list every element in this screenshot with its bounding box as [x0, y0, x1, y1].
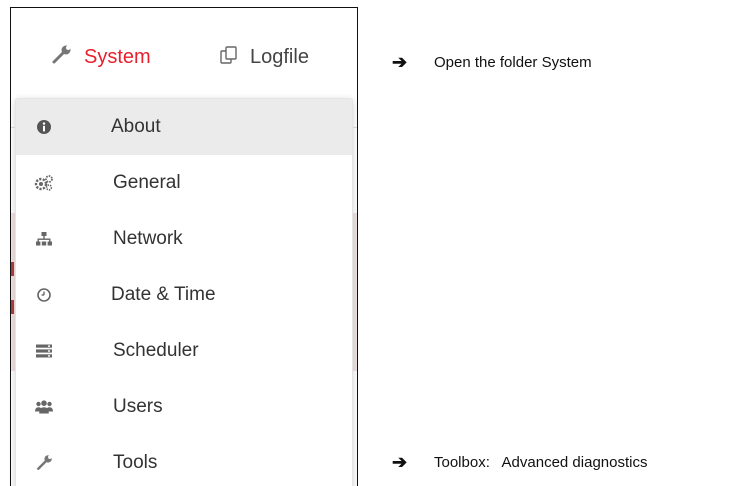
- system-dropdown-menu: About General Network Date & Time Schedu…: [15, 98, 353, 486]
- menu-item-label: Tools: [113, 452, 158, 473]
- users-icon: [34, 397, 54, 417]
- background-alert-text-fragment: [11, 300, 14, 314]
- background-alert-text-fragment: [11, 262, 14, 276]
- sitemap-icon: [34, 229, 54, 249]
- annotation-text: Toolbox: Advanced diagnostics: [434, 454, 648, 471]
- annotation-toolbox: ➔ Toolbox: Advanced diagnostics: [392, 452, 647, 473]
- screenshot-crop: System Logfile About General Network Dat…: [0, 0, 358, 486]
- menu-item-label: About: [111, 116, 161, 137]
- files-icon: [218, 44, 240, 71]
- menu-item-date-time[interactable]: Date & Time: [16, 267, 352, 323]
- nav-logfiles-label: Logfile: [250, 46, 309, 68]
- crop-border-right: [357, 7, 358, 486]
- nav-system-label: System: [84, 46, 151, 68]
- annotation-text: Open the folder System: [434, 54, 592, 71]
- arrow-right-icon: ➔: [392, 452, 408, 472]
- menu-item-users[interactable]: Users: [16, 379, 352, 435]
- menu-item-about[interactable]: About: [16, 99, 352, 155]
- menu-item-general[interactable]: General: [16, 155, 352, 211]
- menu-item-label: General: [113, 172, 181, 193]
- nav-logfiles[interactable]: Logfile: [218, 44, 309, 71]
- menu-item-label: Network: [113, 228, 183, 249]
- nav-system[interactable]: System: [50, 44, 151, 71]
- annotation-open-system: ➔ Open the folder System: [392, 52, 592, 73]
- clock-icon: [34, 285, 54, 305]
- arrow-right-icon: ➔: [392, 52, 408, 72]
- wrench-icon: [50, 44, 72, 71]
- menu-item-label: Date & Time: [111, 284, 216, 305]
- menu-item-label: Scheduler: [113, 340, 199, 361]
- menu-item-scheduler[interactable]: Scheduler: [16, 323, 352, 379]
- info-circle-icon: [34, 117, 54, 137]
- menu-item-network[interactable]: Network: [16, 211, 352, 267]
- wrench-icon: [34, 453, 54, 473]
- crop-border-top: [10, 7, 358, 8]
- cogs-icon: [34, 173, 54, 193]
- menu-item-tools[interactable]: Tools: [16, 435, 352, 486]
- menu-item-label: Users: [113, 396, 163, 417]
- server-icon: [34, 341, 54, 361]
